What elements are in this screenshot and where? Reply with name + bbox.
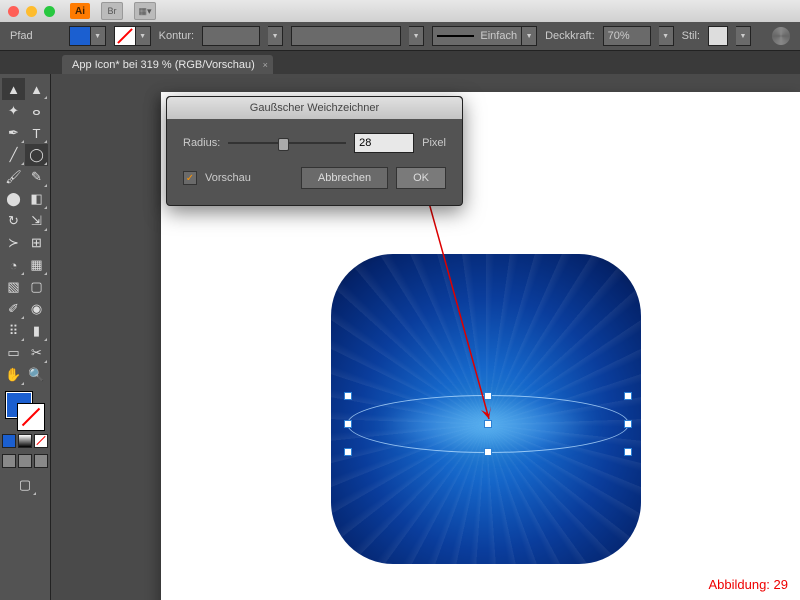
- slice-tool[interactable]: ✂: [25, 342, 48, 364]
- arrange-documents-button[interactable]: ▦▾: [134, 2, 156, 20]
- opacity-field[interactable]: 70%: [603, 26, 651, 46]
- figure-caption: Abbildung: 29: [708, 577, 788, 592]
- ok-button[interactable]: OK: [396, 167, 446, 189]
- blob-brush-tool[interactable]: ⬤: [2, 188, 25, 210]
- screen-mode-button[interactable]: ▢: [14, 474, 37, 496]
- reflect-tool[interactable]: ⇲: [25, 210, 48, 232]
- eraser-tool[interactable]: ◧: [25, 188, 48, 210]
- stroke-color-swatch[interactable]: [114, 26, 136, 46]
- ellipse-tool[interactable]: ◯: [25, 144, 48, 166]
- stroke-style-label: Einfach: [480, 30, 517, 42]
- recolor-icon[interactable]: [772, 27, 790, 45]
- draw-behind-button[interactable]: [18, 454, 32, 468]
- close-tab-icon[interactable]: ×: [263, 60, 268, 70]
- zoom-window-button[interactable]: [44, 6, 55, 17]
- blend-tool[interactable]: ◉: [25, 298, 48, 320]
- selection-type-label: Pfad: [10, 30, 33, 42]
- opacity-label: Deckkraft:: [545, 30, 595, 42]
- stroke-label: Kontur:: [159, 30, 194, 42]
- graphic-style-swatch[interactable]: [708, 26, 728, 46]
- rotate-tool[interactable]: ↻: [2, 210, 25, 232]
- preview-checkbox[interactable]: ✓: [183, 171, 197, 185]
- opacity-dropdown[interactable]: ▼: [659, 26, 674, 46]
- draw-normal-button[interactable]: [2, 454, 16, 468]
- paintbrush-tool[interactable]: 🖌: [2, 166, 25, 188]
- document-tab[interactable]: × App Icon* bei 319 % (RGB/Vorschau): [62, 55, 273, 75]
- zoom-tool[interactable]: 🔍: [25, 364, 48, 386]
- radius-label: Radius:: [183, 137, 220, 149]
- stroke-weight-dropdown[interactable]: ▼: [268, 26, 283, 46]
- none-mode-button[interactable]: [34, 434, 48, 448]
- line-tool[interactable]: ╱: [2, 144, 25, 166]
- graphic-style-dropdown[interactable]: ▼: [736, 26, 751, 46]
- gaussian-blur-dialog: Gaußscher Weichzeichner Radius: Pixel ✓ …: [166, 96, 463, 206]
- symbol-sprayer-tool[interactable]: ⠿: [2, 320, 25, 342]
- width-tool[interactable]: ≻: [2, 232, 25, 254]
- stroke-box[interactable]: [18, 404, 44, 430]
- minimize-window-button[interactable]: [26, 6, 37, 17]
- stroke-weight-field[interactable]: [202, 26, 260, 46]
- hand-tool[interactable]: ✋: [2, 364, 25, 386]
- app-logo: Ai: [70, 3, 90, 19]
- bridge-button[interactable]: Br: [101, 2, 123, 20]
- fill-dropdown[interactable]: ▼: [91, 26, 106, 46]
- type-tool[interactable]: T: [25, 122, 48, 144]
- radius-input[interactable]: [354, 133, 414, 153]
- document-tabbar: × App Icon* bei 319 % (RGB/Vorschau): [0, 51, 800, 76]
- magic-wand-tool[interactable]: ✦: [2, 100, 25, 122]
- artboard-tool[interactable]: ▭: [2, 342, 25, 364]
- stroke-style-field[interactable]: Einfach: [432, 26, 522, 46]
- radius-slider[interactable]: [228, 136, 346, 150]
- preview-label: Vorschau: [205, 172, 251, 184]
- mesh-tool[interactable]: ▧: [2, 276, 25, 298]
- color-mode-button[interactable]: [2, 434, 16, 448]
- fill-stroke-picker[interactable]: [6, 392, 44, 430]
- eyedropper-tool[interactable]: ✐: [2, 298, 25, 320]
- draw-inside-button[interactable]: [34, 454, 48, 468]
- tab-title: App Icon* bei 319 % (RGB/Vorschau): [72, 59, 255, 71]
- tools-panel: ▲▲ ✦ⴰ ✒T ╱◯ 🖌✎ ⬤◧ ↻⇲ ≻⊞ ◔▦ ▧▢ ✐◉ ⠿▮ ▭✂ ✋…: [0, 74, 51, 600]
- fill-color-swatch[interactable]: [69, 26, 91, 46]
- options-bar: Pfad ▼ ▼ Kontur: ▼ ▼ Einfach ▼ Deckkraft…: [0, 22, 800, 51]
- dialog-title: Gaußscher Weichzeichner: [167, 97, 462, 119]
- close-window-button[interactable]: [8, 6, 19, 17]
- cancel-button[interactable]: Abbrechen: [301, 167, 388, 189]
- brush-dropdown[interactable]: ▼: [409, 26, 424, 46]
- perspective-grid-tool[interactable]: ▦: [25, 254, 48, 276]
- pen-tool[interactable]: ✒: [2, 122, 25, 144]
- window-titlebar: Ai Br ▦▾: [0, 0, 800, 22]
- stroke-style-dropdown[interactable]: ▼: [522, 26, 537, 46]
- pencil-tool[interactable]: ✎: [25, 166, 48, 188]
- gradient-mode-button[interactable]: [18, 434, 32, 448]
- selected-ellipse-path[interactable]: [347, 395, 629, 453]
- free-transform-tool[interactable]: ⊞: [25, 232, 48, 254]
- shape-builder-tool[interactable]: ◔: [2, 254, 25, 276]
- lasso-tool[interactable]: ⴰ: [25, 100, 48, 122]
- gradient-tool[interactable]: ▢: [25, 276, 48, 298]
- brush-field[interactable]: [291, 26, 401, 46]
- unit-label: Pixel: [422, 137, 446, 149]
- style-label: Stil:: [682, 30, 700, 42]
- direct-selection-tool[interactable]: ▲: [25, 78, 48, 100]
- selection-tool[interactable]: ▲: [2, 78, 25, 100]
- column-graph-tool[interactable]: ▮: [25, 320, 48, 342]
- stroke-dropdown[interactable]: ▼: [136, 26, 151, 46]
